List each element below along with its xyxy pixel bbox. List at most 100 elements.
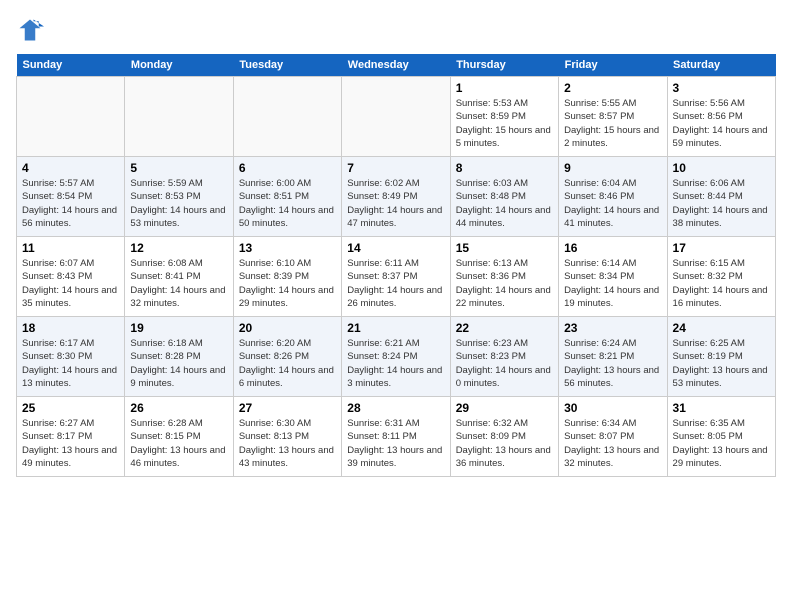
day-info: Sunrise: 6:03 AM Sunset: 8:48 PM Dayligh… — [456, 177, 553, 230]
calendar-week-row: 25 Sunrise: 6:27 AM Sunset: 8:17 PM Dayli… — [17, 397, 776, 477]
calendar-cell: 24 Sunrise: 6:25 AM Sunset: 8:19 PM Dayli… — [667, 317, 775, 397]
day-info: Sunrise: 6:25 AM Sunset: 8:19 PM Dayligh… — [673, 337, 770, 390]
calendar-cell: 7 Sunrise: 6:02 AM Sunset: 8:49 PM Daylig… — [342, 157, 450, 237]
day-number: 27 — [239, 401, 336, 415]
day-number: 8 — [456, 161, 553, 175]
day-info: Sunrise: 6:11 AM Sunset: 8:37 PM Dayligh… — [347, 257, 444, 310]
day-number: 2 — [564, 81, 661, 95]
day-number: 12 — [130, 241, 227, 255]
day-info: Sunrise: 6:04 AM Sunset: 8:46 PM Dayligh… — [564, 177, 661, 230]
calendar-cell: 28 Sunrise: 6:31 AM Sunset: 8:11 PM Dayli… — [342, 397, 450, 477]
calendar-header-row: SundayMondayTuesdayWednesdayThursdayFrid… — [17, 54, 776, 77]
calendar-cell: 29Sunrise: 6:32 AM Sunset: 8:09 PM Dayli… — [450, 397, 558, 477]
day-info: Sunrise: 5:59 AM Sunset: 8:53 PM Dayligh… — [130, 177, 227, 230]
day-number: 9 — [564, 161, 661, 175]
day-number: 23 — [564, 321, 661, 335]
calendar-week-row: 4 Sunrise: 5:57 AM Sunset: 8:54 PM Daylig… — [17, 157, 776, 237]
day-number: 18 — [22, 321, 119, 335]
day-number: 15 — [456, 241, 553, 255]
day-number: 25 — [22, 401, 119, 415]
day-number: 22 — [456, 321, 553, 335]
calendar-cell: 16 Sunrise: 6:14 AM Sunset: 8:34 PM Dayli… — [559, 237, 667, 317]
day-info: Sunrise: 6:06 AM Sunset: 8:44 PM Dayligh… — [673, 177, 770, 230]
day-info: Sunrise: 6:21 AM Sunset: 8:24 PM Dayligh… — [347, 337, 444, 390]
logo-icon — [16, 16, 44, 44]
day-info: Sunrise: 6:32 AM Sunset: 8:09 PM Dayligh… — [456, 417, 553, 470]
day-info: Sunrise: 6:24 AM Sunset: 8:21 PM Dayligh… — [564, 337, 661, 390]
day-info: Sunrise: 6:14 AM Sunset: 8:34 PM Dayligh… — [564, 257, 661, 310]
day-info: Sunrise: 6:28 AM Sunset: 8:15 PM Dayligh… — [130, 417, 227, 470]
day-number: 26 — [130, 401, 227, 415]
day-info: Sunrise: 6:15 AM Sunset: 8:32 PM Dayligh… — [673, 257, 770, 310]
day-number: 13 — [239, 241, 336, 255]
day-info: Sunrise: 5:53 AM Sunset: 8:59 PM Dayligh… — [456, 97, 553, 150]
calendar-cell: 17 Sunrise: 6:15 AM Sunset: 8:32 PM Dayli… — [667, 237, 775, 317]
calendar-cell: 14Sunrise: 6:11 AM Sunset: 8:37 PM Dayli… — [342, 237, 450, 317]
day-number: 4 — [22, 161, 119, 175]
day-number: 17 — [673, 241, 770, 255]
column-header-thursday: Thursday — [450, 54, 558, 77]
day-info: Sunrise: 6:07 AM Sunset: 8:43 PM Dayligh… — [22, 257, 119, 310]
day-info: Sunrise: 6:34 AM Sunset: 8:07 PM Dayligh… — [564, 417, 661, 470]
day-number: 28 — [347, 401, 444, 415]
calendar-cell: 8 Sunrise: 6:03 AM Sunset: 8:48 PM Daylig… — [450, 157, 558, 237]
column-header-tuesday: Tuesday — [233, 54, 341, 77]
calendar-cell: 22Sunrise: 6:23 AM Sunset: 8:23 PM Dayli… — [450, 317, 558, 397]
calendar-cell: 15 Sunrise: 6:13 AM Sunset: 8:36 PM Dayli… — [450, 237, 558, 317]
calendar-cell — [125, 77, 233, 157]
calendar-cell: 13Sunrise: 6:10 AM Sunset: 8:39 PM Dayli… — [233, 237, 341, 317]
calendar-cell: 27 Sunrise: 6:30 AM Sunset: 8:13 PM Dayli… — [233, 397, 341, 477]
logo — [16, 16, 48, 44]
calendar-cell: 1Sunrise: 5:53 AM Sunset: 8:59 PM Daylig… — [450, 77, 558, 157]
calendar-cell: 31Sunrise: 6:35 AM Sunset: 8:05 PM Dayli… — [667, 397, 775, 477]
day-info: Sunrise: 5:57 AM Sunset: 8:54 PM Dayligh… — [22, 177, 119, 230]
column-header-friday: Friday — [559, 54, 667, 77]
calendar-cell: 19 Sunrise: 6:18 AM Sunset: 8:28 PM Dayli… — [125, 317, 233, 397]
calendar-table: SundayMondayTuesdayWednesdayThursdayFrid… — [16, 54, 776, 477]
day-info: Sunrise: 5:56 AM Sunset: 8:56 PM Dayligh… — [673, 97, 770, 150]
day-number: 24 — [673, 321, 770, 335]
day-number: 31 — [673, 401, 770, 415]
day-info: Sunrise: 6:27 AM Sunset: 8:17 PM Dayligh… — [22, 417, 119, 470]
calendar-cell: 5 Sunrise: 5:59 AM Sunset: 8:53 PM Daylig… — [125, 157, 233, 237]
calendar-cell — [17, 77, 125, 157]
column-header-monday: Monday — [125, 54, 233, 77]
calendar-cell: 23 Sunrise: 6:24 AM Sunset: 8:21 PM Dayli… — [559, 317, 667, 397]
day-info: Sunrise: 6:00 AM Sunset: 8:51 PM Dayligh… — [239, 177, 336, 230]
calendar-cell — [233, 77, 341, 157]
day-number: 5 — [130, 161, 227, 175]
column-header-saturday: Saturday — [667, 54, 775, 77]
calendar-week-row: 1Sunrise: 5:53 AM Sunset: 8:59 PM Daylig… — [17, 77, 776, 157]
calendar-cell: 2 Sunrise: 5:55 AM Sunset: 8:57 PM Daylig… — [559, 77, 667, 157]
day-info: Sunrise: 6:31 AM Sunset: 8:11 PM Dayligh… — [347, 417, 444, 470]
calendar-cell: 9 Sunrise: 6:04 AM Sunset: 8:46 PM Daylig… — [559, 157, 667, 237]
day-info: Sunrise: 6:18 AM Sunset: 8:28 PM Dayligh… — [130, 337, 227, 390]
calendar-cell: 12 Sunrise: 6:08 AM Sunset: 8:41 PM Dayli… — [125, 237, 233, 317]
day-number: 6 — [239, 161, 336, 175]
day-info: Sunrise: 6:17 AM Sunset: 8:30 PM Dayligh… — [22, 337, 119, 390]
day-number: 19 — [130, 321, 227, 335]
day-info: Sunrise: 6:30 AM Sunset: 8:13 PM Dayligh… — [239, 417, 336, 470]
calendar-cell: 3 Sunrise: 5:56 AM Sunset: 8:56 PM Daylig… — [667, 77, 775, 157]
page-header — [16, 16, 776, 44]
calendar-cell: 30Sunrise: 6:34 AM Sunset: 8:07 PM Dayli… — [559, 397, 667, 477]
calendar-week-row: 11 Sunrise: 6:07 AM Sunset: 8:43 PM Dayli… — [17, 237, 776, 317]
day-number: 20 — [239, 321, 336, 335]
day-number: 21 — [347, 321, 444, 335]
day-number: 11 — [22, 241, 119, 255]
calendar-cell: 21 Sunrise: 6:21 AM Sunset: 8:24 PM Dayli… — [342, 317, 450, 397]
day-number: 16 — [564, 241, 661, 255]
day-info: Sunrise: 6:08 AM Sunset: 8:41 PM Dayligh… — [130, 257, 227, 310]
day-number: 3 — [673, 81, 770, 95]
calendar-cell: 10 Sunrise: 6:06 AM Sunset: 8:44 PM Dayli… — [667, 157, 775, 237]
calendar-cell: 18 Sunrise: 6:17 AM Sunset: 8:30 PM Dayli… — [17, 317, 125, 397]
calendar-cell — [342, 77, 450, 157]
day-number: 10 — [673, 161, 770, 175]
day-number: 7 — [347, 161, 444, 175]
column-header-wednesday: Wednesday — [342, 54, 450, 77]
calendar-cell: 4 Sunrise: 5:57 AM Sunset: 8:54 PM Daylig… — [17, 157, 125, 237]
day-info: Sunrise: 6:13 AM Sunset: 8:36 PM Dayligh… — [456, 257, 553, 310]
calendar-cell: 20Sunrise: 6:20 AM Sunset: 8:26 PM Dayli… — [233, 317, 341, 397]
day-info: Sunrise: 6:02 AM Sunset: 8:49 PM Dayligh… — [347, 177, 444, 230]
day-info: Sunrise: 5:55 AM Sunset: 8:57 PM Dayligh… — [564, 97, 661, 150]
